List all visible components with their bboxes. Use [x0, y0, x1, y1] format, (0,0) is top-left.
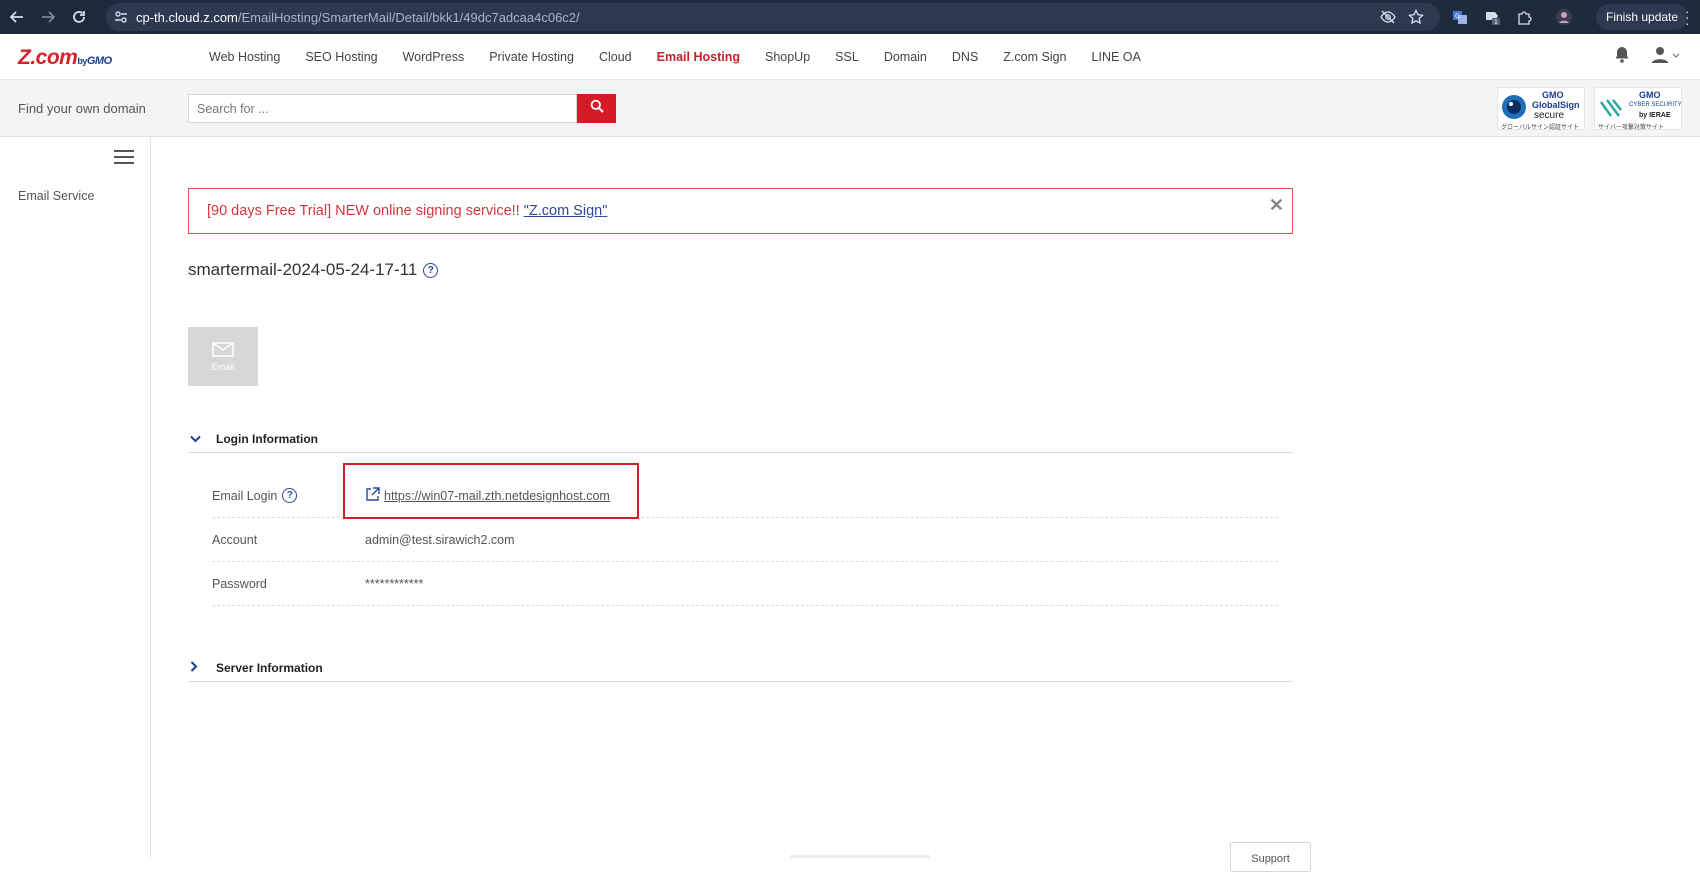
- globalsign-title-text: GlobalSign: [1532, 100, 1580, 110]
- nav-line-oa[interactable]: LINE OA: [1092, 50, 1141, 64]
- nav-wordpress[interactable]: WordPress: [403, 50, 465, 64]
- table-row: Password ************: [212, 562, 1278, 606]
- page-title: smartermail-2024-05-24-17-11 ?: [188, 260, 439, 280]
- svg-text:1: 1: [1494, 19, 1498, 26]
- translate-icon[interactable]: G: [1450, 7, 1470, 27]
- eye-off-icon[interactable]: [1380, 9, 1396, 30]
- sidebar-item-email-service[interactable]: Email Service: [18, 189, 94, 203]
- support-button[interactable]: Support: [1230, 842, 1311, 872]
- domain-search-input[interactable]: [188, 94, 577, 123]
- chevron-right-icon: [188, 660, 216, 675]
- user-menu-icon[interactable]: [1652, 46, 1680, 68]
- account-value: admin@test.sirawich2.com: [365, 532, 515, 547]
- nav-domain[interactable]: Domain: [884, 50, 927, 64]
- profile-avatar-icon[interactable]: [1554, 7, 1574, 27]
- ierae-gmo-text: GMO: [1639, 90, 1661, 100]
- server-information-header[interactable]: Server Information: [188, 654, 1293, 682]
- domain-search-band: Find your own domain GMO GlobalSign secu…: [0, 80, 1700, 137]
- ierae-caption: サイバー攻撃対策サイト: [1598, 125, 1664, 131]
- finish-update-button[interactable]: Finish update: [1596, 4, 1689, 30]
- account-label: Account: [212, 532, 258, 547]
- promo-text: [90 days Free Trial] NEW online signing …: [207, 203, 524, 219]
- password-label: Password: [212, 576, 267, 591]
- browser-menu-icon[interactable]: · · ·: [1685, 4, 1690, 30]
- sidebar: Email Service: [0, 137, 151, 858]
- password-value: ************: [365, 576, 424, 591]
- email-tile-label: Email: [211, 361, 235, 372]
- nav-seo-hosting[interactable]: SEO Hosting: [305, 50, 377, 64]
- nav-zcom-sign[interactable]: Z.com Sign: [1003, 50, 1066, 64]
- promo-zcom-sign-link[interactable]: "Z.com Sign": [524, 203, 608, 219]
- help-icon[interactable]: ?: [282, 488, 298, 503]
- chevron-down-icon: [188, 431, 216, 446]
- ierae-stripes-icon: [1599, 96, 1623, 125]
- url-host: cp-th.cloud.z.com: [136, 9, 238, 25]
- help-icon[interactable]: ?: [423, 262, 439, 278]
- globalsign-caption: グローバルサイン認証サイト: [1501, 125, 1579, 131]
- ierae-title-text: CYBER SECURITY: [1629, 102, 1682, 108]
- extension-badge-icon[interactable]: 1: [1482, 7, 1502, 27]
- site-header: Z.combyGMO Web Hosting SEO Hosting WordP…: [0, 34, 1700, 80]
- logo-gmo: GMO: [86, 55, 112, 67]
- nav-private-hosting[interactable]: Private Hosting: [489, 50, 574, 64]
- logo-by: by: [77, 56, 87, 66]
- logo-text: Z.com: [18, 46, 78, 69]
- nav-ssl[interactable]: SSL: [835, 50, 859, 64]
- ierae-cyber-security-badge[interactable]: GMO CYBER SECURITY by IERAE サイバー攻撃対策サイト: [1594, 87, 1682, 131]
- zcom-logo[interactable]: Z.combyGMO: [18, 46, 112, 70]
- promo-banner: [90 days Free Trial] NEW online signing …: [188, 188, 1293, 234]
- close-icon[interactable]: ✕: [1269, 195, 1284, 216]
- globalsign-gmo-text: GMO: [1542, 90, 1564, 100]
- forward-arrow-icon[interactable]: [34, 3, 62, 31]
- server-information-title: Server Information: [216, 660, 323, 675]
- address-bar[interactable]: cp-th.cloud.z.com/EmailHosting/SmarterMa…: [106, 3, 1440, 31]
- envelope-icon: [212, 341, 234, 359]
- login-information-title: Login Information: [216, 431, 318, 446]
- url-text: cp-th.cloud.z.com/EmailHosting/SmarterMa…: [136, 10, 580, 25]
- bookmark-star-icon[interactable]: [1407, 8, 1425, 30]
- find-domain-label: Find your own domain: [18, 101, 146, 116]
- highlight-annotation-box: [343, 463, 639, 519]
- nav-web-hosting[interactable]: Web Hosting: [209, 50, 280, 64]
- login-information-header[interactable]: Login Information: [188, 425, 1293, 453]
- page-title-text: smartermail-2024-05-24-17-11: [188, 260, 418, 279]
- globalsign-secure-text: secure: [1534, 110, 1565, 121]
- browser-toolbar: cp-th.cloud.z.com/EmailHosting/SmarterMa…: [0, 0, 1700, 34]
- svg-text:G: G: [1455, 13, 1460, 20]
- globalsign-eye-icon: [1501, 94, 1527, 125]
- notification-bell-icon[interactable]: [1614, 46, 1630, 68]
- hamburger-menu-icon[interactable]: [114, 150, 134, 168]
- nav-cloud[interactable]: Cloud: [599, 50, 632, 64]
- nav-dns[interactable]: DNS: [952, 50, 978, 64]
- back-arrow-icon[interactable]: [3, 3, 31, 31]
- main-nav: Web Hosting SEO Hosting WordPress Privat…: [209, 34, 1141, 80]
- nav-email-hosting[interactable]: Email Hosting: [657, 50, 740, 64]
- email-login-label: Email Login: [212, 488, 278, 503]
- extensions-puzzle-icon[interactable]: [1514, 7, 1534, 27]
- email-service-tile[interactable]: Email: [188, 327, 258, 386]
- reload-icon[interactable]: [65, 3, 93, 31]
- search-button[interactable]: [577, 94, 616, 123]
- globalsign-secure-badge[interactable]: GMO GlobalSign secure グローバルサイン認証サイト: [1497, 87, 1585, 131]
- nav-shopup[interactable]: ShopUp: [765, 50, 810, 64]
- url-path: /EmailHosting/SmarterMail/Detail/bkk1/49…: [237, 9, 580, 25]
- table-row: Account admin@test.sirawich2.com: [212, 518, 1278, 562]
- site-settings-icon[interactable]: [106, 10, 136, 24]
- ierae-by-text: by IERAE: [1639, 112, 1671, 119]
- search-icon: [590, 99, 604, 118]
